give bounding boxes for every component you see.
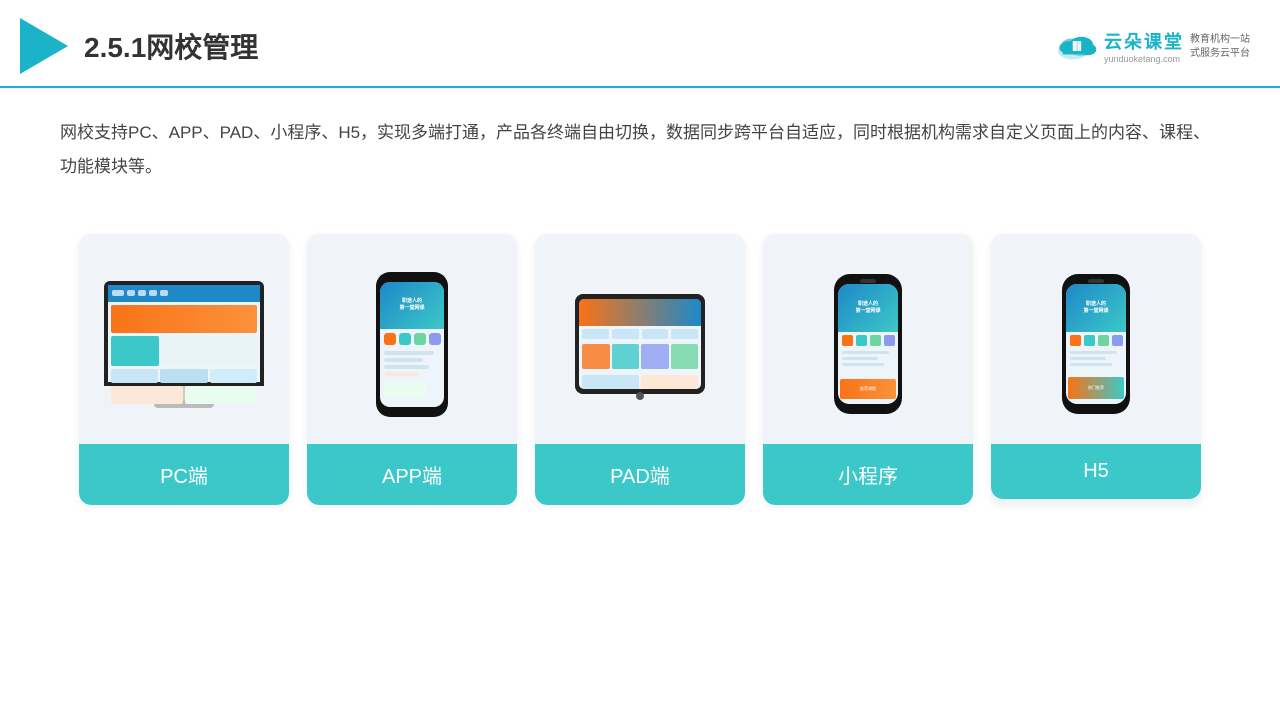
card-h5-image: 职途人的第一堂网课 [991, 234, 1201, 444]
app-phone-icon: 职途人的第一堂网课 [376, 272, 448, 417]
card-pad: PAD端 [535, 234, 745, 505]
header: 2.5.1网校管理 云朵课堂 yunduoketang.com [0, 0, 1280, 88]
pc-monitor-icon [104, 281, 264, 408]
header-left: 2.5.1网校管理 [20, 18, 258, 74]
card-miniprogram-label: 小程序 [763, 444, 973, 505]
card-app-label: APP端 [307, 444, 517, 505]
brand-url: yunduoketang.com [1104, 54, 1184, 64]
brand-area: 云朵课堂 yunduoketang.com 教育机构一站 式服务云平台 [1056, 28, 1250, 64]
card-h5-label: H5 [991, 444, 1201, 499]
card-pad-label: PAD端 [535, 444, 745, 505]
brand-logo: 云朵课堂 yunduoketang.com 教育机构一站 式服务云平台 [1056, 28, 1250, 64]
card-pc-image [79, 234, 289, 444]
card-h5: 职途人的第一堂网课 [991, 234, 1201, 505]
brand-slogan: 教育机构一站 式服务云平台 [1190, 33, 1250, 61]
brand-name-container: 云朵课堂 yunduoketang.com [1104, 28, 1184, 64]
card-miniprogram: 职途人的第一堂网课 [763, 234, 973, 505]
card-app-image: 职途人的第一堂网课 [307, 234, 517, 444]
card-miniprogram-image: 职途人的第一堂网课 [763, 234, 973, 444]
miniprogram-phone-icon: 职途人的第一堂网课 [834, 274, 902, 414]
description-text: 网校支持PC、APP、PAD、小程序、H5，实现多端打通，产品各终端自由切换，数… [0, 88, 1280, 194]
card-app: 职途人的第一堂网课 [307, 234, 517, 505]
pad-tablet-icon [575, 294, 705, 394]
card-pc-label: PC端 [79, 444, 289, 505]
logo-triangle-icon [20, 18, 68, 74]
brand-name: 云朵课堂 [1104, 28, 1184, 54]
cards-container: PC端 职途人的第一堂网课 [0, 204, 1280, 525]
h5-phone-icon: 职途人的第一堂网课 [1062, 274, 1130, 414]
card-pc: PC端 [79, 234, 289, 505]
card-pad-image [535, 234, 745, 444]
cloud-icon [1056, 32, 1098, 60]
page-title: 2.5.1网校管理 [84, 26, 258, 66]
